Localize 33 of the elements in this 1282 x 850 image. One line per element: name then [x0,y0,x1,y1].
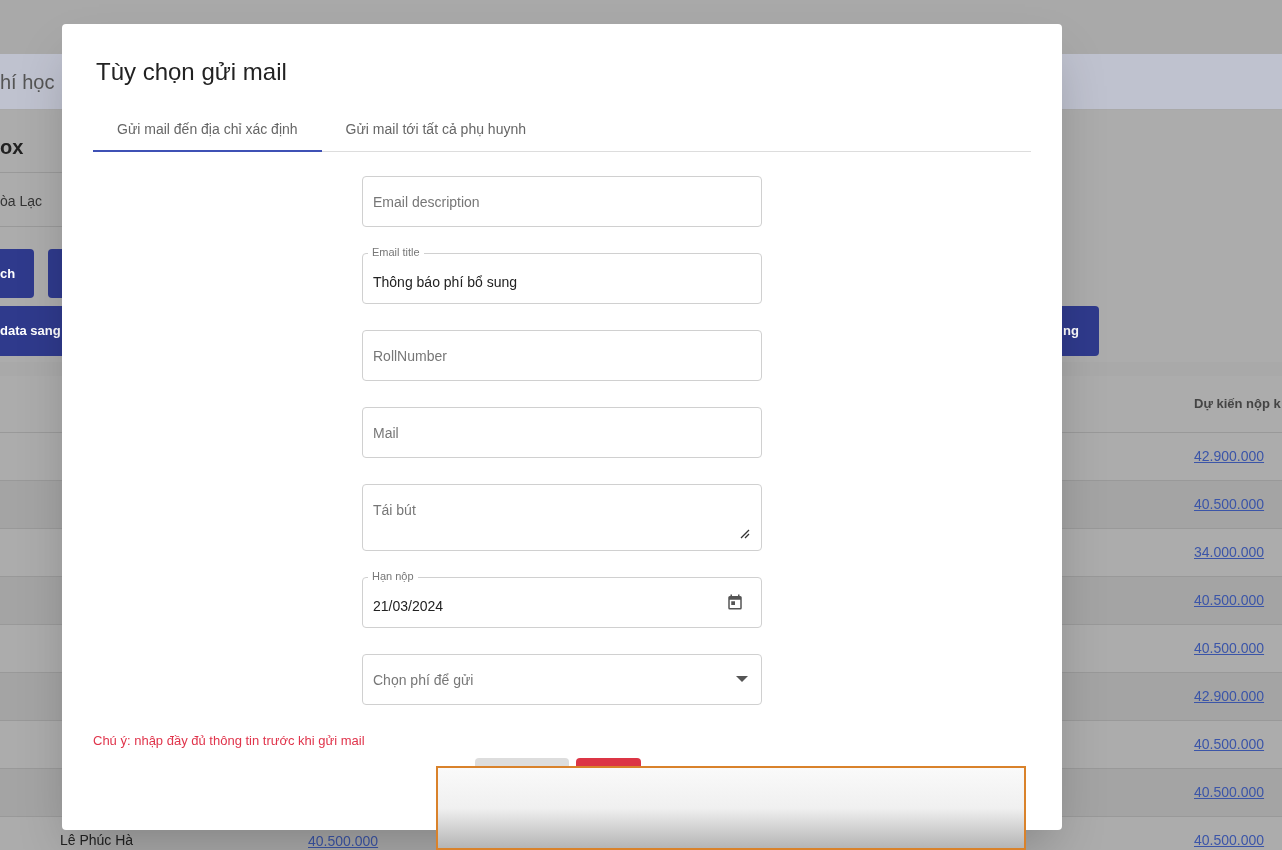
amount-link[interactable]: 40.500.000 [1194,734,1265,755]
table-cell-text: Lê Phúc Hà [60,831,135,850]
amount-link[interactable]: 40.500.000 [1194,830,1265,850]
input-field[interactable]: Mail [362,407,762,458]
column-header: Dự kiến nộp k [1194,395,1281,414]
amount-link[interactable]: 40.500.000 [1194,494,1265,515]
amount-link[interactable]: 42.900.000 [1194,446,1265,467]
postscript-field[interactable]: Tái bút [362,484,762,551]
input-field[interactable]: RollNumber [362,330,762,381]
field-label: Email title [368,245,424,259]
resize-handle-icon[interactable] [740,529,750,539]
card-title: ox [0,135,24,160]
fee-select[interactable]: Chọn phí để gửi [362,654,762,705]
action-button[interactable]: data sang [0,306,62,356]
amount-link[interactable]: 40.500.000 [308,832,379,849]
calendar-icon[interactable] [726,593,744,611]
amount-link[interactable]: 40.500.000 [1194,638,1265,659]
amount-link[interactable]: 40.500.000 [1194,782,1265,803]
warning-note: Chú ý: nhập đầy đủ thông tin trước khi gửi mail [93,732,365,750]
amount-link[interactable]: 42.900.000 [1194,686,1265,707]
input-field[interactable]: Email description [362,176,762,227]
dropdown-caret-icon[interactable] [736,676,748,682]
page-title: hí học [0,69,55,95]
campus-text: òa Lạc [0,192,43,211]
danger-button[interactable] [576,757,641,767]
field-label: Hạn nộp [368,569,418,583]
amount-link[interactable]: 40.500.000 [1194,590,1265,611]
amount-link[interactable]: 34.000.000 [1194,542,1265,563]
tab[interactable]: Gửi mail đến địa chỉ xác định [93,108,322,152]
action-button[interactable]: ch [0,249,34,298]
secondary-button[interactable] [475,757,569,767]
tab[interactable]: Gửi mail tới tất cả phụ huynh [321,108,550,152]
dialog-title: Tùy chọn gửi mail [96,57,287,87]
